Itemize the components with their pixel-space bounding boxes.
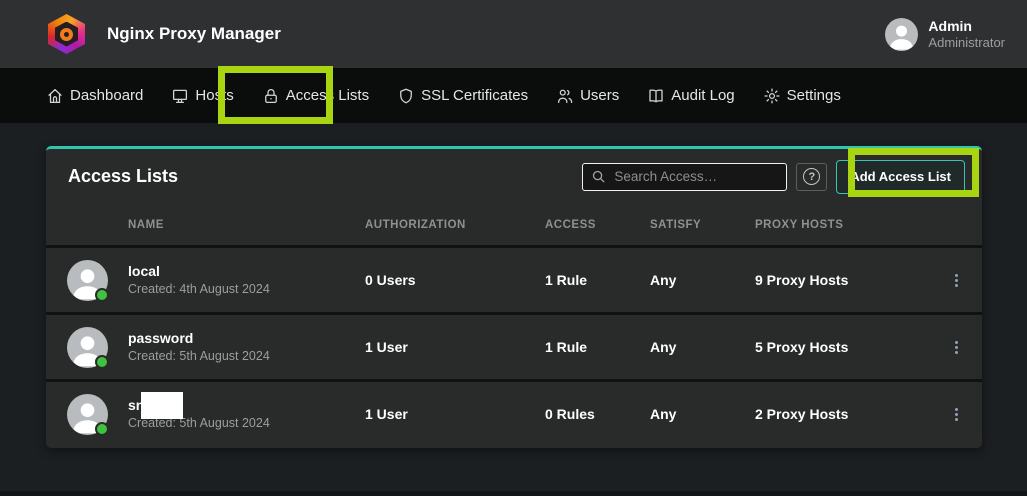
window-bottom-edge (0, 491, 1027, 496)
table-header: NAME AUTHORIZATION ACCESS SATISFY PROXY … (46, 204, 982, 245)
status-online-dot (95, 422, 109, 436)
search-input[interactable] (614, 169, 778, 184)
person-silhouette-icon (885, 18, 918, 51)
nav-item-hosts[interactable]: Hosts (167, 81, 237, 111)
app-window: Nginx Proxy Manager Admin Administrator … (0, 0, 1027, 496)
add-access-list-button[interactable]: Add Access List (836, 160, 965, 194)
row-actions-kebab-icon[interactable] (944, 267, 970, 293)
access-list-name: password (128, 329, 365, 348)
access-value: 0 Rules (545, 406, 650, 422)
proxy-hosts-value: 5 Proxy Hosts (755, 339, 931, 355)
proxy-hosts-value: 2 Proxy Hosts (755, 406, 931, 422)
panel-title: Access Lists (68, 166, 178, 187)
nav-item-settings[interactable]: Settings (759, 81, 845, 111)
access-value: 1 Rule (545, 272, 650, 288)
user-menu[interactable]: Admin Administrator (885, 18, 1005, 51)
users-icon (556, 87, 574, 105)
table-row: sn Created: 5th August 2024 1 User 0 Rul… (46, 379, 982, 446)
access-lists-panel: Access Lists ? Add Access List NAME AUTH… (46, 146, 982, 448)
nav-item-dashboard[interactable]: Dashboard (42, 81, 147, 111)
question-mark-icon: ? (803, 168, 820, 185)
book-icon (647, 87, 665, 105)
search-icon (591, 169, 606, 184)
app-title: Nginx Proxy Manager (107, 24, 281, 44)
lock-icon (262, 87, 280, 105)
panel-header: Access Lists ? Add Access List (46, 149, 982, 204)
nav-item-users[interactable]: Users (552, 81, 623, 111)
authorization-value: 1 User (365, 339, 545, 355)
home-icon (46, 87, 64, 105)
shield-icon (397, 87, 415, 105)
user-info: Admin Administrator (928, 18, 1005, 51)
nav-item-ssl-certificates[interactable]: SSL Certificates (393, 81, 532, 111)
satisfy-value: Any (650, 272, 755, 288)
column-header-satisfy: SATISFY (650, 219, 755, 231)
row-actions-kebab-icon[interactable] (944, 334, 970, 360)
nav-item-access-lists[interactable]: Access Lists (258, 81, 373, 111)
status-online-dot (95, 355, 109, 369)
satisfy-value: Any (650, 406, 755, 422)
search-box (582, 163, 787, 191)
nav-item-audit-log[interactable]: Audit Log (643, 81, 738, 111)
panel-tools: ? Add Access List (582, 160, 965, 194)
monitor-icon (171, 87, 189, 105)
column-header-access: ACCESS (545, 219, 650, 231)
satisfy-value: Any (650, 339, 755, 355)
column-header-name: NAME (128, 219, 365, 231)
table-row: local Created: 4th August 2024 0 Users 1… (46, 245, 982, 312)
access-list-name: local (128, 262, 365, 281)
proxy-hosts-value: 9 Proxy Hosts (755, 272, 931, 288)
user-role: Administrator (928, 35, 1005, 51)
brand-bar: Nginx Proxy Manager Admin Administrator (0, 0, 1027, 68)
access-list-created: Created: 4th August 2024 (128, 281, 365, 298)
table-row: password Created: 5th August 2024 1 User… (46, 312, 982, 379)
row-actions-kebab-icon[interactable] (944, 401, 970, 427)
authorization-value: 1 User (365, 406, 545, 422)
column-header-proxy-hosts: PROXY HOSTS (755, 219, 931, 231)
redaction-box (141, 392, 183, 419)
access-value: 1 Rule (545, 339, 650, 355)
column-header-authorization: AUTHORIZATION (365, 219, 545, 231)
help-button[interactable]: ? (796, 163, 827, 191)
user-avatar (885, 18, 918, 51)
gear-icon (763, 87, 781, 105)
main-nav: Dashboard Hosts Access Lists SSL Certifi… (0, 68, 1027, 123)
access-list-created: Created: 5th August 2024 (128, 348, 365, 365)
user-name: Admin (928, 18, 1005, 35)
authorization-value: 0 Users (365, 272, 545, 288)
npm-logo-icon (48, 14, 85, 54)
status-online-dot (95, 288, 109, 302)
